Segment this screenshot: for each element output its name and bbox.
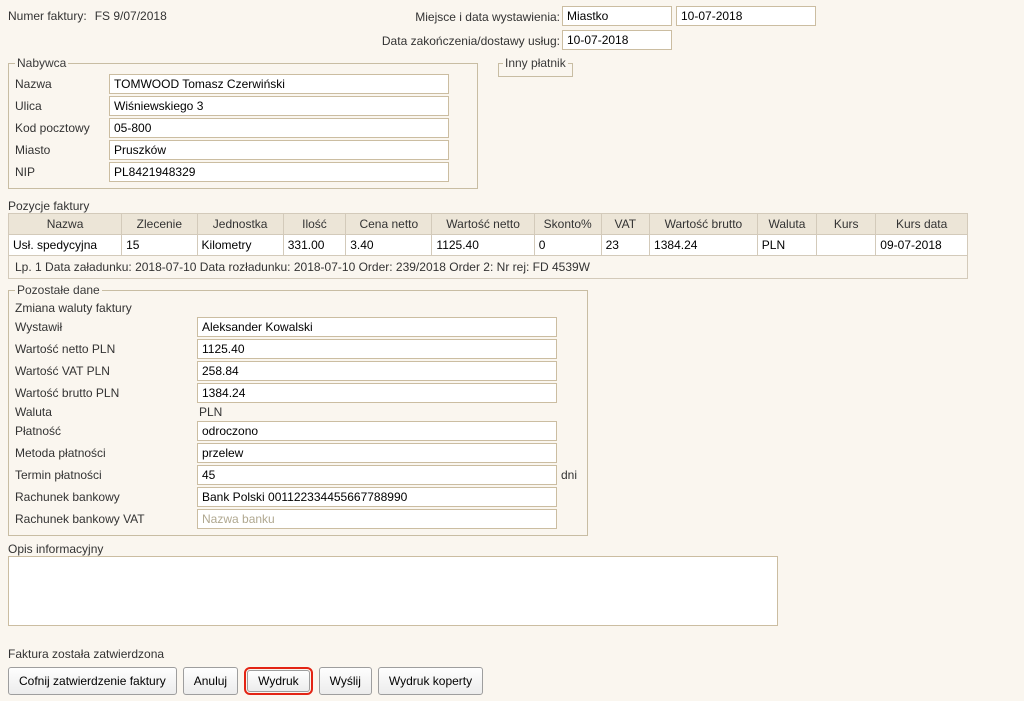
- buyer-postcode-label: Kod pocztowy: [15, 121, 109, 135]
- buyer-postcode-input[interactable]: [109, 118, 449, 138]
- col-cena-netto: Cena netto: [346, 214, 432, 235]
- currency-label: Waluta: [15, 405, 197, 419]
- issuer-label: Wystawił: [15, 320, 197, 334]
- completion-date-label: Data zakończenia/dostawy usług:: [340, 34, 560, 48]
- buyer-fieldset: Nabywca Nazwa Ulica Kod pocztowy Miasto …: [8, 56, 478, 189]
- other-data-legend: Pozostałe dane: [15, 283, 102, 297]
- item-cena-netto-input[interactable]: [346, 235, 431, 255]
- cancel-button[interactable]: Anuluj: [183, 667, 238, 695]
- item-waluta-input[interactable]: [758, 235, 816, 255]
- description-label: Opis informacyjny: [8, 542, 1016, 556]
- payment-term-label: Termin płatności: [15, 468, 197, 482]
- description-textarea[interactable]: [8, 556, 778, 626]
- currency-change-label: Zmiana waluty faktury: [15, 301, 581, 315]
- buyer-city-label: Miasto: [15, 143, 109, 157]
- buyer-nip-label: NIP: [15, 165, 109, 179]
- payment-label: Płatność: [15, 424, 197, 438]
- bank-account-label: Rachunek bankowy: [15, 490, 197, 504]
- print-button[interactable]: Wydruk: [247, 670, 310, 692]
- gross-pln-input[interactable]: [197, 383, 557, 403]
- item-wartosc-brutto-input[interactable]: [650, 235, 757, 255]
- invoice-number-label: Numer faktury:: [8, 9, 87, 23]
- item-ilosc-input[interactable]: [284, 235, 345, 255]
- col-skonto: Skonto%: [534, 214, 601, 235]
- buyer-legend: Nabywca: [15, 56, 68, 70]
- col-kurs: Kurs: [817, 214, 876, 235]
- completion-date-input[interactable]: [562, 30, 672, 50]
- item-skonto-input[interactable]: [535, 235, 601, 255]
- item-row: [9, 235, 968, 256]
- buyer-city-input[interactable]: [109, 140, 449, 160]
- col-jednostka: Jednostka: [197, 214, 283, 235]
- payment-term-suffix: dni: [557, 468, 581, 482]
- payment-method-label: Metoda płatności: [15, 446, 197, 460]
- item-jednostka-input[interactable]: [198, 235, 283, 255]
- col-wartosc-brutto: Wartość brutto: [650, 214, 758, 235]
- issue-date-input[interactable]: [676, 6, 816, 26]
- bank-account-vat-label: Rachunek bankowy VAT: [15, 512, 197, 526]
- net-pln-label: Wartość netto PLN: [15, 342, 197, 356]
- undo-confirm-button[interactable]: Cofnij zatwierdzenie faktury: [8, 667, 177, 695]
- item-wartosc-netto-input[interactable]: [432, 235, 533, 255]
- invoice-number: FS 9/07/2018: [95, 9, 167, 23]
- col-waluta: Waluta: [757, 214, 816, 235]
- buyer-street-input[interactable]: [109, 96, 449, 116]
- currency-value: PLN: [197, 405, 557, 419]
- vat-pln-label: Wartość VAT PLN: [15, 364, 197, 378]
- place-date-label: Miejsce i data wystawienia:: [340, 10, 560, 24]
- net-pln-input[interactable]: [197, 339, 557, 359]
- col-wartosc-netto: Wartość netto: [432, 214, 534, 235]
- issuer-input[interactable]: [197, 317, 557, 337]
- items-header-row: Nazwa Zlecenie Jednostka Ilość Cena nett…: [9, 214, 968, 235]
- item-lp-detail: Lp. 1 Data załadunku: 2018-07-10 Data ro…: [8, 256, 968, 279]
- buyer-street-label: Ulica: [15, 99, 109, 113]
- items-table: Nazwa Zlecenie Jednostka Ilość Cena nett…: [8, 213, 968, 256]
- payment-input[interactable]: [197, 421, 557, 441]
- col-kurs-data: Kurs data: [876, 214, 968, 235]
- other-payer-fieldset: Inny płatnik: [498, 56, 573, 77]
- item-nazwa-input[interactable]: [9, 235, 121, 255]
- col-nazwa: Nazwa: [9, 214, 122, 235]
- col-vat: VAT: [601, 214, 649, 235]
- print-highlight: Wydruk: [244, 667, 313, 695]
- payment-term-input[interactable]: [197, 465, 557, 485]
- buyer-nip-input[interactable]: [109, 162, 449, 182]
- buyer-name-label: Nazwa: [15, 77, 109, 91]
- print-envelope-button[interactable]: Wydruk koperty: [378, 667, 483, 695]
- item-kurs-data-input[interactable]: [876, 235, 967, 255]
- other-payer-legend: Inny płatnik: [503, 56, 568, 70]
- col-ilosc: Ilość: [283, 214, 345, 235]
- bank-account-input[interactable]: [197, 487, 557, 507]
- place-input[interactable]: [562, 6, 672, 26]
- item-kurs-input[interactable]: [817, 235, 875, 255]
- other-data-fieldset: Pozostałe dane Zmiana waluty faktury Wys…: [8, 283, 588, 536]
- payment-method-input[interactable]: [197, 443, 557, 463]
- confirmation-status: Faktura została zatwierdzona: [8, 647, 1016, 661]
- bank-account-vat-input[interactable]: [197, 509, 557, 529]
- item-zlecenie-input[interactable]: [122, 235, 196, 255]
- col-zlecenie: Zlecenie: [122, 214, 197, 235]
- buyer-name-input[interactable]: [109, 74, 449, 94]
- items-title: Pozycje faktury: [8, 199, 1016, 213]
- send-button[interactable]: Wyślij: [319, 667, 372, 695]
- item-vat-input[interactable]: [602, 235, 649, 255]
- gross-pln-label: Wartość brutto PLN: [15, 386, 197, 400]
- vat-pln-input[interactable]: [197, 361, 557, 381]
